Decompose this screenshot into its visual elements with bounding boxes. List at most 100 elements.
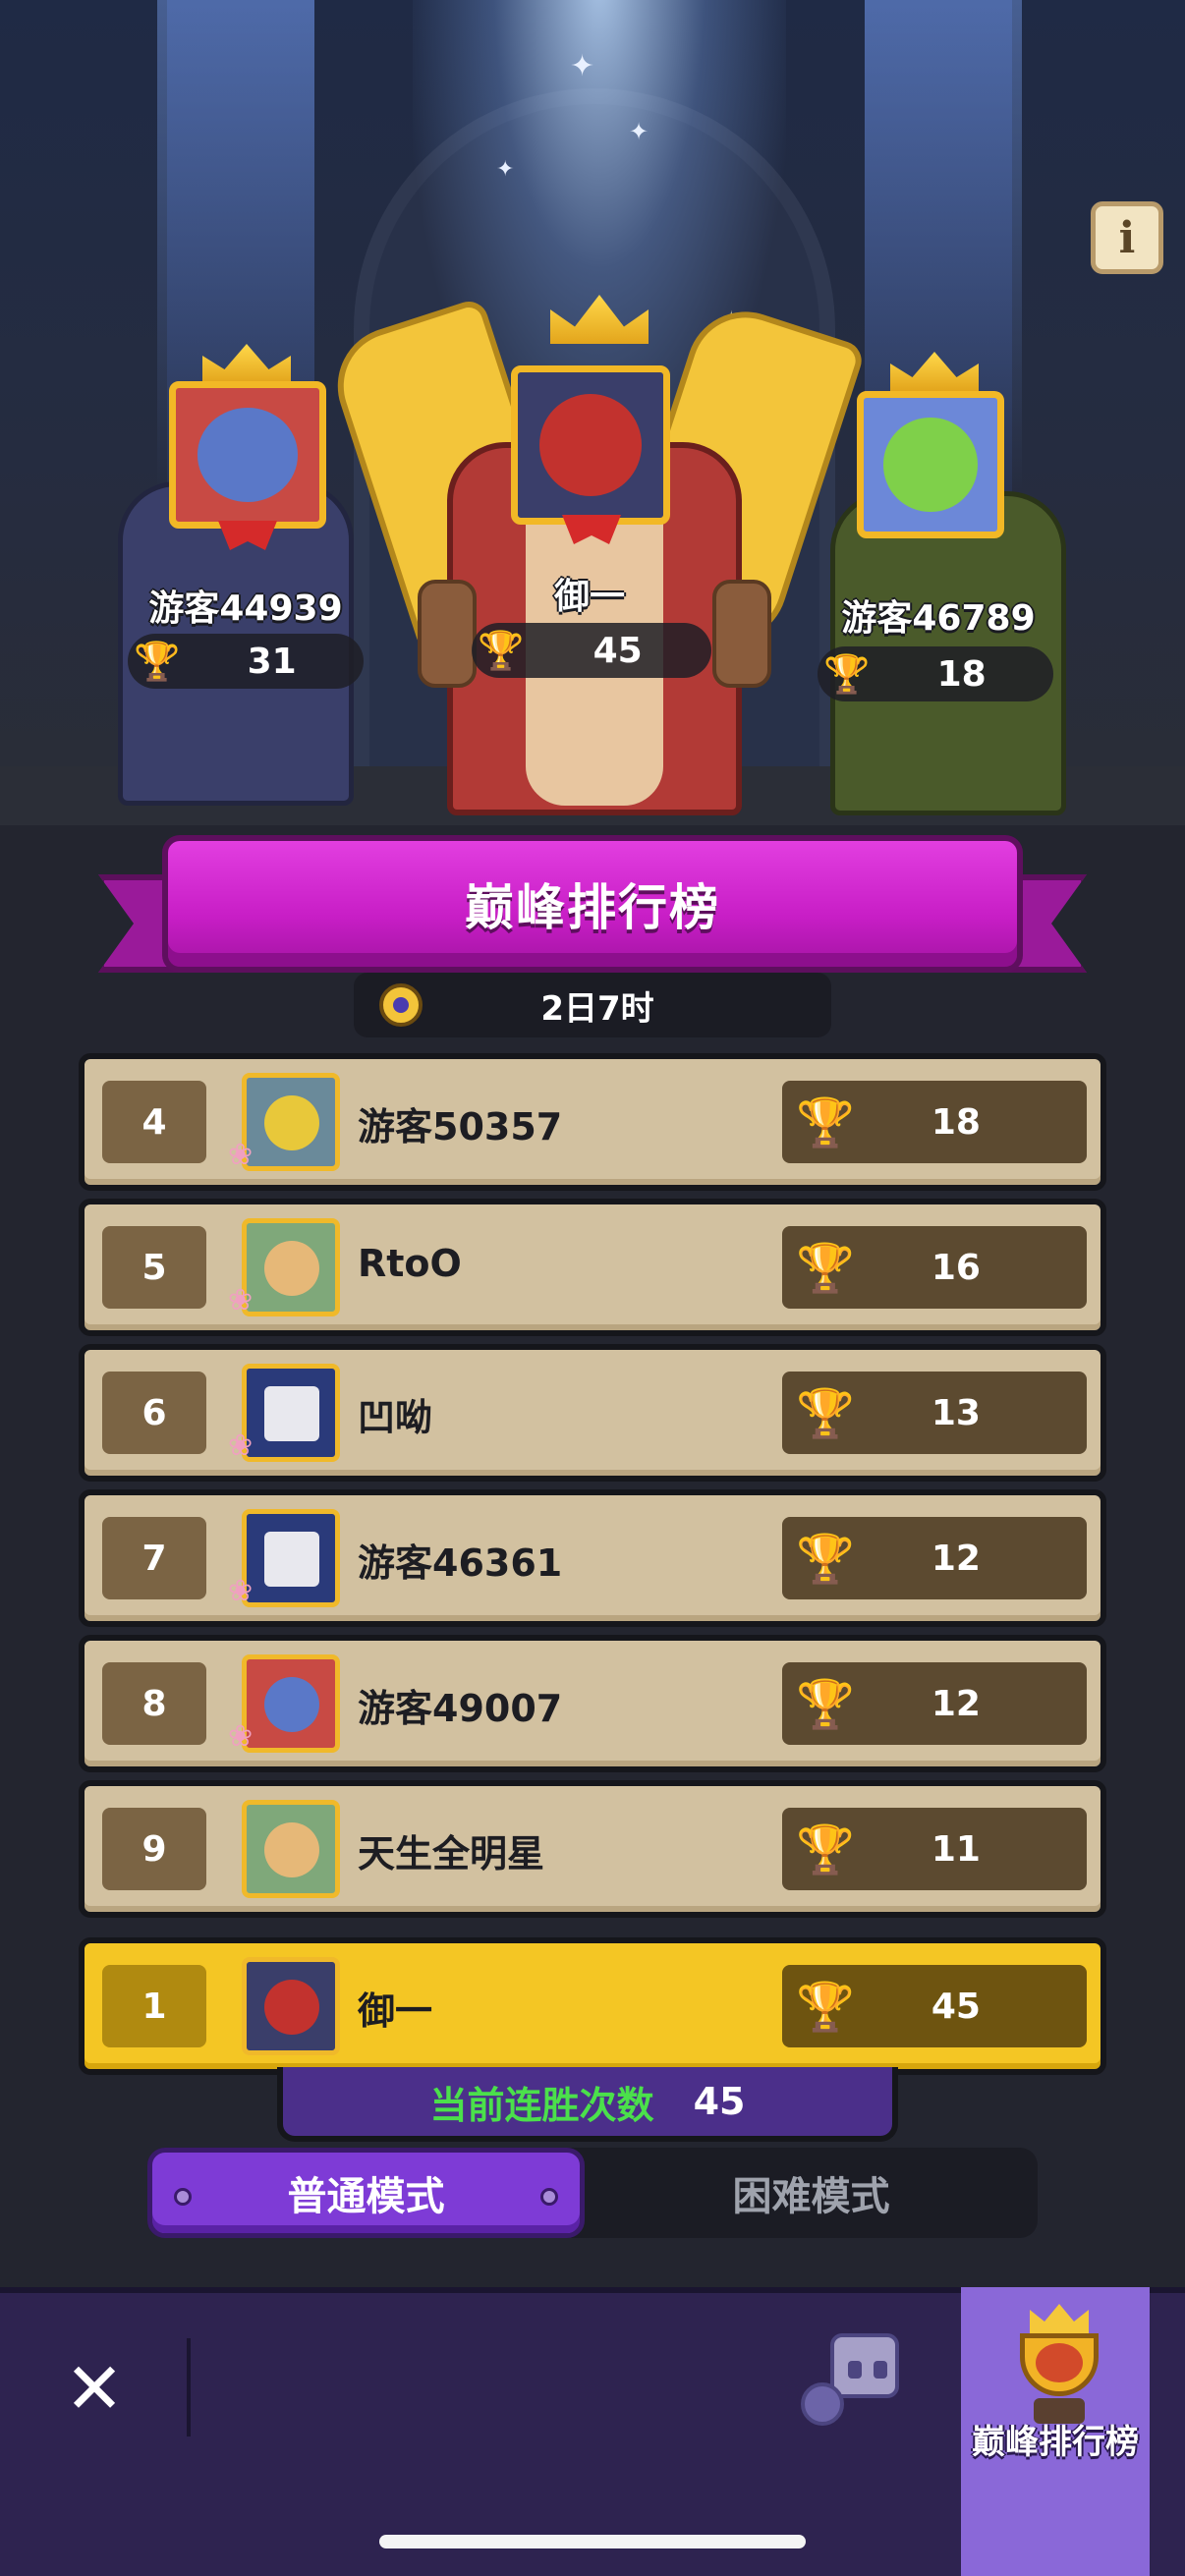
tab-label: 困难模式 <box>732 2174 890 2219</box>
rank-number: 9 <box>102 1808 206 1890</box>
tab-dot <box>174 2188 192 2206</box>
player-avatar[interactable] <box>242 1654 340 1753</box>
robot-eye <box>848 2361 862 2379</box>
table-row[interactable]: 5 ❀ RtoO 🏆 16 <box>79 1199 1106 1336</box>
trophy-icon: 🏆 <box>796 1531 855 1587</box>
player-trophies: 🏆 12 <box>782 1517 1087 1599</box>
page-title: 巅峰排行榜 <box>465 879 720 936</box>
third-place-avatar[interactable] <box>857 391 1004 538</box>
nav-item-leaderboard-label: 巅峰排行榜 <box>972 2423 1139 2462</box>
trophy-icon: 🏆 <box>796 1676 855 1732</box>
leaderboard-title-banner: 巅峰排行榜 <box>162 835 1023 973</box>
red-demon-icon <box>264 1980 319 2035</box>
trophy-count: 11 <box>931 1828 981 1870</box>
rank-number: 8 <box>102 1662 206 1745</box>
player-avatar[interactable] <box>242 1957 340 2055</box>
win-streak-label: 当前连胜次数 <box>429 2083 654 2127</box>
sparkle-icon: ✦ <box>629 118 649 145</box>
info-button[interactable]: i <box>1091 201 1163 274</box>
player-name: 游客46361 <box>358 1541 563 1585</box>
trophy-icon: 🏆 <box>796 1821 855 1877</box>
win-streak-value: 45 <box>693 2080 746 2123</box>
rank-number: 7 <box>102 1517 206 1599</box>
my-rank-row[interactable]: 1 御一 🏆 45 <box>79 1937 1106 2075</box>
first-place-name: 御一 <box>553 577 625 617</box>
tab-hard-mode[interactable]: 困难模式 <box>585 2148 1038 2238</box>
timer-text: 2日7时 <box>540 988 654 1029</box>
player-trophies: 🏆 12 <box>782 1662 1087 1745</box>
small-clock <box>801 2382 844 2426</box>
robot-head <box>830 2333 899 2398</box>
trophy-count: 12 <box>931 1538 981 1579</box>
tv-robot-icon <box>264 1532 319 1587</box>
player-name: 游客50357 <box>358 1105 563 1148</box>
nav-divider <box>187 2338 191 2436</box>
player-name: 凹呦 <box>358 1396 433 1439</box>
robot-clock-icon[interactable] <box>801 2324 919 2432</box>
trophy-icon: 🏆 <box>478 628 525 672</box>
player-trophies: 🏆 18 <box>782 1081 1087 1163</box>
elf-girl-icon <box>264 1822 319 1877</box>
tv-robot-icon <box>264 1386 319 1441</box>
elf-girl-icon <box>264 1241 319 1296</box>
flower-icon: ❀ <box>228 1428 254 1463</box>
trophy-count: 12 <box>931 1683 981 1724</box>
trophy-count: 16 <box>931 1247 981 1288</box>
season-timer: 2日7时 <box>354 973 831 1037</box>
blue-spider-icon <box>264 1677 319 1732</box>
player-name: 天生全明星 <box>358 1832 545 1876</box>
trophy-icon: 🏆 <box>823 651 871 696</box>
table-row[interactable]: 6 ❀ 凹呦 🏆 13 <box>79 1344 1106 1482</box>
player-trophies: 🏆 45 <box>782 1965 1087 2047</box>
flower-icon: ❀ <box>228 1283 254 1317</box>
trophy-crown <box>1030 2304 1089 2333</box>
mode-tabs: 普通模式 困难模式 <box>147 2148 1038 2238</box>
player-avatar[interactable] <box>242 1509 340 1607</box>
clock-icon <box>379 983 423 1027</box>
second-place-avatar[interactable] <box>169 381 326 529</box>
flower-icon: ❀ <box>228 1574 254 1608</box>
trophy-count: 45 <box>931 1986 981 2027</box>
trophy-count: 31 <box>247 641 297 682</box>
table-row[interactable]: 7 ❀ 游客46361 🏆 12 <box>79 1489 1106 1627</box>
rank-number: 6 <box>102 1372 206 1454</box>
second-place-trophies: 🏆 31 <box>128 634 364 689</box>
trophy-icon: 🏆 <box>796 1385 855 1441</box>
player-trophies: 🏆 11 <box>782 1808 1087 1890</box>
trophy-crown-icon <box>1010 2304 1108 2432</box>
player-avatar[interactable] <box>242 1218 340 1316</box>
player-name: 御一 <box>358 1989 433 2033</box>
tab-dot <box>540 2188 558 2206</box>
table-row[interactable]: 9 天生全明星 🏆 11 <box>79 1780 1106 1918</box>
player-trophies: 🏆 16 <box>782 1226 1087 1309</box>
player-avatar[interactable] <box>242 1800 340 1898</box>
trophy-icon: 🏆 <box>796 1240 855 1296</box>
tab-label: 普通模式 <box>287 2174 445 2219</box>
trophy-icon: 🏆 <box>796 1094 855 1150</box>
robot-eye <box>874 2361 887 2379</box>
trophy-count: 45 <box>592 630 643 671</box>
trophy-count: 13 <box>931 1392 981 1433</box>
green-frog-icon <box>883 418 978 512</box>
table-row[interactable]: 8 ❀ 游客49007 🏆 12 <box>79 1635 1106 1772</box>
king-mask-icon <box>264 1095 319 1150</box>
player-trophies: 🏆 13 <box>782 1372 1087 1454</box>
tab-normal-mode[interactable]: 普通模式 <box>147 2148 585 2238</box>
home-indicator[interactable] <box>379 2535 806 2548</box>
trophy-icon: 🏆 <box>796 1979 855 2035</box>
first-place-avatar[interactable] <box>511 365 670 525</box>
trophy-count: 18 <box>936 653 987 695</box>
third-place-trophies: 🏆 18 <box>818 646 1053 701</box>
rank-number: 5 <box>102 1226 206 1309</box>
trophy-count: 18 <box>931 1101 981 1143</box>
trophy-emblem <box>1036 2343 1083 2382</box>
flower-icon: ❀ <box>228 1138 254 1172</box>
flower-icon: ❀ <box>228 1719 254 1754</box>
close-button[interactable]: ✕ <box>59 2353 130 2424</box>
sparkle-icon: ✦ <box>570 49 595 84</box>
table-row[interactable]: 4 ❀ 游客50357 🏆 18 <box>79 1053 1106 1191</box>
rank-number: 1 <box>102 1965 206 2047</box>
red-demon-icon <box>539 394 642 496</box>
player-avatar[interactable] <box>242 1364 340 1462</box>
player-avatar[interactable] <box>242 1073 340 1171</box>
